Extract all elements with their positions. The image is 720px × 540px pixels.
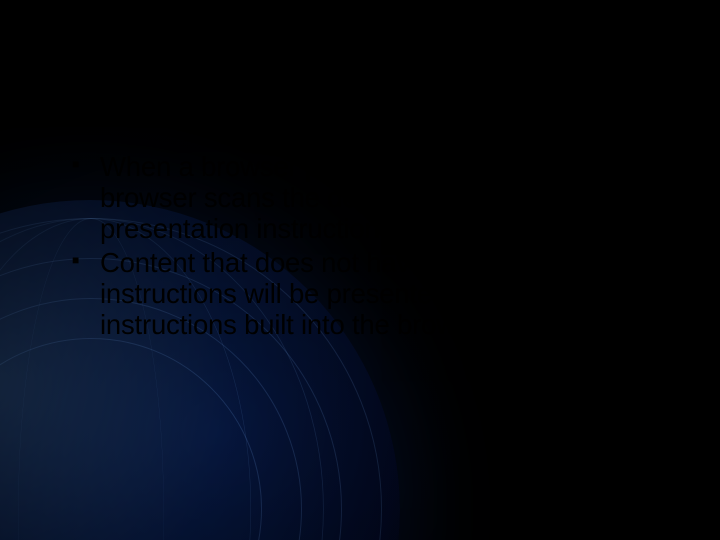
bullet-text: When a browser presents a Web document, … (100, 151, 673, 244)
slide: When a browser presents a Web document, … (0, 0, 720, 540)
bullet-list: When a browser presents a Web document, … (72, 152, 680, 341)
bullet-text: Content that does not have presentation … (100, 247, 608, 340)
slide-content: When a browser presents a Web document, … (72, 152, 680, 345)
list-item: When a browser presents a Web document, … (72, 152, 680, 244)
list-item: Content that does not have presentation … (72, 248, 680, 340)
